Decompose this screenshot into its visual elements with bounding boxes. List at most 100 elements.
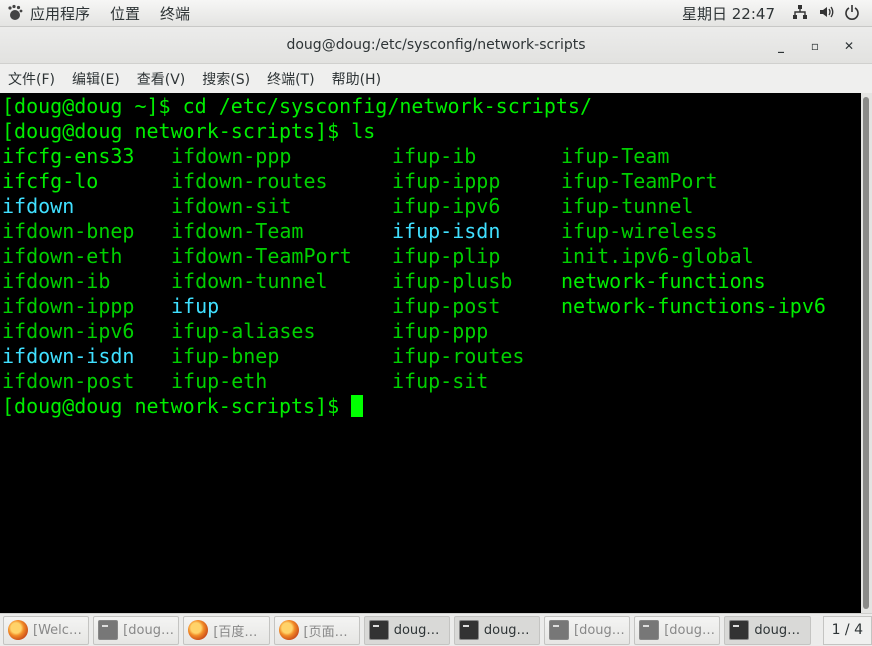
ls-entry: network-functions xyxy=(561,269,766,293)
terminal-icon xyxy=(549,620,570,640)
taskbar-item[interactable]: doug… xyxy=(724,615,811,645)
terminal-icon xyxy=(368,620,389,640)
minimize-button[interactable]: _ xyxy=(764,27,798,64)
ls-row: ifdown-ipv6 ifup-aliases ifup-ppp xyxy=(2,319,861,344)
ls-entry: ifup-bnep xyxy=(171,344,280,368)
network-icon[interactable] xyxy=(792,4,808,24)
ls-entry: ifup-TeamPort xyxy=(561,169,718,193)
ls-entry: ifdown-bnep xyxy=(2,219,135,243)
prompt-line: [doug@doug network-scripts]$ xyxy=(2,394,861,419)
ls-entry: ifup-ipv6 xyxy=(392,194,501,218)
taskbar-item[interactable]: [百度… xyxy=(183,615,270,645)
menu-help[interactable]: 帮助(H) xyxy=(332,69,389,89)
places-menu[interactable]: 位置 xyxy=(100,0,150,27)
applications-label: 应用程序 xyxy=(30,4,91,23)
ls-entry: ifup-isdn xyxy=(392,219,501,243)
ls-entry: ifdown-routes xyxy=(171,169,328,193)
window-list-taskbar: [Welc… [doug… [百度… [页面… doug… doug… [doug… [dou… xyxy=(0,613,872,646)
menubar: 文件(F) 编辑(E) 查看(V) 搜索(S) 终端(T) 帮助(H) xyxy=(0,64,872,93)
ls-entry: ifdown-ipv6 xyxy=(2,319,135,343)
ls-entry: ifup-aliases xyxy=(171,319,316,343)
terminal-icon xyxy=(98,620,119,640)
applications-menu[interactable]: 应用程序 xyxy=(0,0,100,27)
ls-entry: ifup-eth xyxy=(171,369,268,393)
ls-entry: init.ipv6-global xyxy=(561,244,754,268)
firefox-icon xyxy=(188,620,209,640)
terminal-scrollbar[interactable] xyxy=(861,93,872,613)
window-title: doug@doug:/etc/sysconfig/network-scripts xyxy=(286,37,586,53)
taskbar-item-label: [doug… xyxy=(664,622,715,638)
ls-row: ifdown ifdown-sit ifup-ipv6 ifup-tunnel xyxy=(2,194,861,219)
ls-row: ifdown-bnep ifdown-Team ifup-isdn ifup-wire… xyxy=(2,219,861,244)
volume-icon[interactable] xyxy=(818,4,834,24)
text-cursor xyxy=(351,395,364,417)
firefox-icon xyxy=(8,620,28,640)
ls-entry: ifdown-post xyxy=(2,369,135,393)
ls-row: ifcfg-lo ifdown-routes ifup-ippp ifup-TeamP… xyxy=(2,169,861,194)
ls-row: ifdown-isdn ifup-bnep ifup-routes xyxy=(2,344,861,369)
power-icon[interactable] xyxy=(844,4,860,24)
ls-entry: ifdown-tunnel xyxy=(171,269,328,293)
ls-row: ifdown-ib ifdown-tunnel ifup-plusb network-… xyxy=(2,269,861,294)
ls-entry: ifdown-Team xyxy=(171,219,304,243)
taskbar-item[interactable]: [doug… xyxy=(544,615,631,645)
taskbar-item-label: [百度… xyxy=(213,624,258,640)
window-titlebar[interactable]: doug@doug:/etc/sysconfig/network-scripts… xyxy=(0,27,872,64)
ls-entry: ifdown xyxy=(2,194,75,218)
ls-entry: ifup-plip xyxy=(392,244,501,268)
menu-terminal[interactable]: 终端(T) xyxy=(267,69,322,89)
maximize-button[interactable]: ▫ xyxy=(798,27,832,64)
menu-search[interactable]: 搜索(S) xyxy=(202,69,258,89)
taskbar-item-label: [doug… xyxy=(574,622,625,638)
ls-entry: ifup-routes xyxy=(392,344,525,368)
ls-entry: ifdown-sit xyxy=(171,194,292,218)
taskbar-item-label: [Welc… xyxy=(33,622,82,638)
close-button[interactable]: ✕ xyxy=(832,27,866,64)
prompt-text: [doug@doug network-scripts]$ xyxy=(2,394,352,418)
terminal-icon xyxy=(729,620,750,640)
taskbar-item[interactable]: [页面… xyxy=(273,615,360,645)
taskbar-item-label: doug… xyxy=(393,622,440,638)
ls-row: ifdown-ippp ifup ifup-post network-function… xyxy=(2,294,861,319)
ls-entry: ifup-plusb xyxy=(392,269,513,293)
clock[interactable]: 星期日 22:47 xyxy=(672,0,785,27)
gnome-foot-icon xyxy=(6,4,24,22)
menu-view[interactable]: 查看(V) xyxy=(137,69,194,89)
taskbar-item-label: [doug… xyxy=(123,622,174,638)
taskbar-item[interactable]: [doug… xyxy=(634,615,721,645)
ls-entry: ifdown-eth xyxy=(2,244,123,268)
ls-entry: ifup-sit xyxy=(392,369,489,393)
ls-entry: ifdown-isdn xyxy=(2,344,135,368)
ls-row: ifcfg-ens33 ifdown-ppp ifup-ib ifup-Team xyxy=(2,144,861,169)
command-line-ls: [doug@doug network-scripts]$ ls xyxy=(2,119,376,143)
taskbar-item[interactable]: [Welc… xyxy=(3,615,90,645)
taskbar-item[interactable]: [doug… xyxy=(93,615,180,645)
menu-file[interactable]: 文件(F) xyxy=(8,69,63,89)
terminal-icon xyxy=(639,620,660,640)
taskbar-item[interactable]: doug… xyxy=(363,615,450,645)
ls-entry: network-functions-ipv6 xyxy=(561,294,826,318)
terminal-app-menu[interactable]: 终端 xyxy=(150,0,200,27)
taskbar-item-label: doug… xyxy=(483,622,530,638)
ls-entry: ifcfg-lo xyxy=(2,169,99,193)
scrollbar-thumb[interactable] xyxy=(863,97,869,609)
terminal-icon xyxy=(458,620,479,640)
system-tray[interactable] xyxy=(792,0,860,27)
taskbar-item-label: [页面… xyxy=(303,624,348,640)
ls-entry: ifdown-ppp xyxy=(171,144,292,168)
ls-row: ifdown-eth ifdown-TeamPort ifup-plip init.i… xyxy=(2,244,861,269)
ls-output: ifcfg-ens33 ifdown-ppp ifup-ib ifup-Team ifc… xyxy=(2,144,861,394)
ls-entry: ifup-tunnel xyxy=(561,194,694,218)
terminal-output[interactable]: [doug@doug ~]$ cd /etc/sysconfig/network… xyxy=(0,93,861,613)
menu-edit[interactable]: 编辑(E) xyxy=(72,69,128,89)
ls-entry: ifup-ib xyxy=(392,144,477,168)
ls-row: ifdown-post ifup-eth ifup-sit xyxy=(2,369,861,394)
ls-entry: ifup-ppp xyxy=(392,319,489,343)
ls-entry: ifup-post xyxy=(392,294,501,318)
taskbar-item[interactable]: doug… xyxy=(453,615,541,645)
ls-entry: ifdown-ippp xyxy=(2,294,135,318)
ls-entry: ifdown-ib xyxy=(2,269,111,293)
workspace-switcher[interactable]: 1 / 4 xyxy=(822,615,872,645)
ls-entry: ifup-Team xyxy=(561,144,670,168)
taskbar-item-label: doug… xyxy=(754,622,801,638)
